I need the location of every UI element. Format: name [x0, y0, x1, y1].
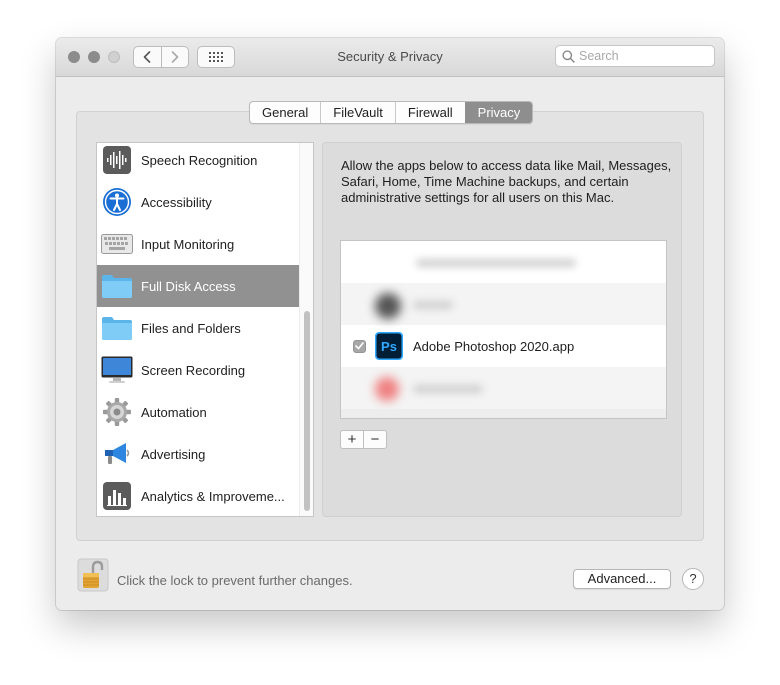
sidebar-item-label: Speech Recognition: [141, 152, 258, 168]
gear-icon: [100, 395, 134, 429]
tab-bar: General FileVault Firewall Privacy: [249, 101, 534, 124]
minimize-window-button[interactable]: [88, 51, 100, 63]
sidebar-item-analytics[interactable]: Analytics & Improveme...: [97, 475, 299, 516]
blurred-content: [413, 301, 453, 309]
accessibility-icon: [100, 185, 134, 219]
app-enabled-checkbox[interactable]: [353, 339, 366, 353]
grid-icon: [209, 52, 223, 62]
add-app-button[interactable]: +: [341, 431, 363, 448]
blurred-content: [413, 385, 483, 393]
app-row-photoshop[interactable]: Ps Adobe Photoshop 2020.app: [341, 325, 666, 367]
sidebar-item-input-monitoring[interactable]: Input Monitoring: [97, 223, 299, 265]
permission-description: Allow the apps below to access data like…: [341, 158, 672, 205]
blurred-list-row: [341, 241, 666, 283]
megaphone-icon: [100, 437, 134, 471]
sidebar-item-label: Screen Recording: [141, 362, 246, 378]
sidebar-item-accessibility[interactable]: Accessibility: [97, 181, 299, 223]
svg-text:Ps: Ps: [381, 339, 397, 354]
sidebar-item-full-disk-access[interactable]: Full Disk Access: [97, 265, 299, 307]
folder-icon: [100, 311, 134, 345]
keyboard-icon: [100, 227, 134, 261]
chevron-right-icon: [171, 51, 179, 63]
security-privacy-window: Security & Privacy General FileVault Fir…: [56, 38, 724, 610]
advanced-button[interactable]: Advanced...: [573, 569, 671, 589]
remove-app-button[interactable]: −: [363, 431, 386, 448]
sidebar-item-files-and-folders[interactable]: Files and Folders: [97, 307, 299, 349]
photoshop-icon: Ps: [375, 332, 403, 360]
privacy-detail-panel: Allow the apps below to access data like…: [322, 142, 682, 517]
blurred-list-row: [341, 409, 666, 418]
blurred-list-row: [341, 367, 666, 409]
sidebar-item-label: Full Disk Access: [141, 278, 236, 294]
sidebar-scrollbar[interactable]: [299, 143, 313, 516]
back-button[interactable]: [134, 47, 161, 67]
show-all-button[interactable]: [197, 46, 235, 68]
waveform-icon: [100, 143, 134, 177]
app-name: Adobe Photoshop 2020.app: [413, 338, 575, 354]
sidebar-item-label: Files and Folders: [141, 320, 241, 336]
sidebar-item-label: Input Monitoring: [141, 236, 235, 252]
sidebar-item-label: Advertising: [141, 446, 206, 462]
sidebar-item-advertising[interactable]: Advertising: [97, 433, 299, 475]
forward-button[interactable]: [160, 47, 189, 67]
folder-icon: [100, 269, 134, 303]
privacy-category-list: Speech Recognition Accessibility Input M…: [96, 142, 314, 517]
sidebar-item-label: Automation: [141, 404, 207, 420]
close-window-button[interactable]: [68, 51, 80, 63]
search-input[interactable]: [579, 49, 709, 63]
search-field[interactable]: [555, 45, 715, 67]
display-icon: [100, 353, 134, 387]
sidebar-scrollbar-thumb[interactable]: [304, 311, 310, 511]
add-remove-buttons: + −: [340, 430, 387, 449]
unlocked-padlock-icon: [77, 558, 109, 592]
lock-status-text: Click the lock to prevent further change…: [117, 573, 353, 588]
lock-button[interactable]: [77, 558, 109, 592]
sidebar-item-speech-recognition[interactable]: Speech Recognition: [97, 143, 299, 181]
tab-firewall[interactable]: Firewall: [394, 102, 465, 123]
sidebar-item-label: Analytics & Improveme...: [141, 488, 285, 504]
help-button[interactable]: ?: [682, 568, 704, 590]
tab-privacy[interactable]: Privacy: [464, 102, 533, 123]
chevron-left-icon: [143, 51, 151, 63]
blurred-content: [375, 377, 399, 401]
checkmark-icon: [355, 342, 364, 350]
app-list: Ps Adobe Photoshop 2020.app: [340, 240, 667, 419]
blurred-content: [416, 259, 576, 267]
bar-chart-icon: [100, 479, 134, 513]
sidebar-item-label: Accessibility: [141, 194, 212, 210]
title-bar: Security & Privacy: [56, 38, 724, 77]
sidebar-item-screen-recording[interactable]: Screen Recording: [97, 349, 299, 391]
sidebar-item-automation[interactable]: Automation: [97, 391, 299, 433]
navigation-buttons: [133, 46, 189, 68]
blurred-content: [375, 293, 401, 319]
search-icon: [562, 49, 575, 63]
zoom-window-button[interactable]: [108, 51, 120, 63]
blurred-list-row: [341, 283, 666, 325]
tab-general[interactable]: General: [250, 102, 320, 123]
tab-filevault[interactable]: FileVault: [320, 102, 395, 123]
